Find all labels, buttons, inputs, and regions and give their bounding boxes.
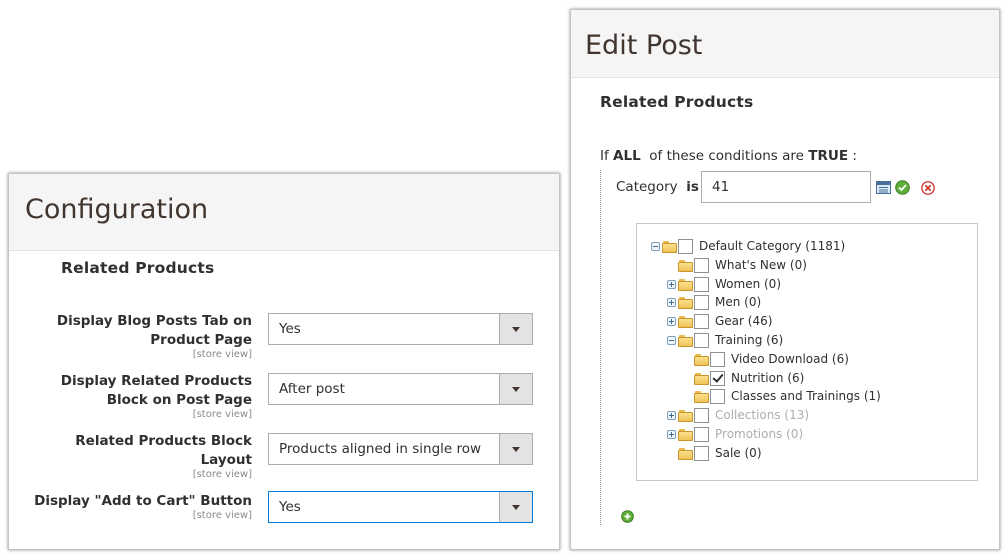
rule-attribute: Category — [616, 179, 678, 195]
label-line: Block on Post Page — [106, 392, 252, 408]
tree-node-label[interactable]: Training (6) — [715, 333, 783, 347]
chevron-down-icon — [512, 505, 520, 510]
chooser-list-icon[interactable] — [876, 181, 891, 194]
folder-icon — [678, 259, 693, 272]
tree-node-label[interactable]: Video Download (6) — [731, 352, 849, 366]
scope-store-view: [store view] — [192, 409, 252, 420]
tree-node-label[interactable]: Classes and Trainings (1) — [731, 389, 881, 403]
tree-node-label[interactable]: Men (0) — [715, 295, 761, 309]
tree-checkbox[interactable] — [694, 408, 709, 424]
folder-icon — [678, 335, 693, 347]
tree-checkbox[interactable] — [710, 389, 725, 405]
label-line: Display "Add to Cart" Button — [34, 493, 252, 509]
tree-node-label[interactable]: Gear (46) — [715, 314, 772, 328]
display-related-products-block-select[interactable]: After post — [268, 373, 533, 405]
folder-icon — [678, 297, 693, 310]
condition-suffix: : — [852, 148, 857, 164]
label-line: Product Page — [150, 332, 252, 348]
select-value: Yes — [279, 321, 301, 337]
expand-plus-icon[interactable] — [667, 430, 676, 439]
folder-icon — [678, 316, 693, 329]
tree-checkbox[interactable] — [678, 239, 693, 254]
condition-value[interactable]: TRUE — [808, 148, 848, 164]
folder-icon — [694, 353, 709, 366]
rule-condition: Category is — [616, 179, 699, 195]
tree-checkbox[interactable] — [694, 257, 709, 273]
tree-checkbox[interactable] — [694, 427, 709, 442]
display-add-to-cart-select[interactable]: Yes — [268, 491, 533, 523]
folder-icon — [662, 241, 677, 253]
expand-plus-icon[interactable] — [667, 279, 676, 289]
tree-checkbox[interactable] — [694, 445, 709, 461]
select-value: After post — [279, 381, 345, 397]
condition-middle: of these conditions are — [649, 148, 804, 164]
scope-store-view: [store view] — [192, 510, 252, 521]
rule-operator[interactable]: is — [686, 179, 699, 195]
collapse-minus-icon[interactable] — [667, 336, 676, 345]
label-line: Related Products Block — [75, 433, 252, 449]
aggregator-value[interactable]: ALL — [613, 148, 641, 164]
apply-check-icon[interactable] — [895, 180, 910, 195]
rule-tree-line — [600, 170, 601, 525]
display-add-to-cart-label: Display "Add to Cart" Button — [0, 492, 252, 511]
section-title-related-products: Related Products — [61, 259, 215, 277]
tree-node-label[interactable]: What's New (0) — [715, 258, 807, 272]
condition-aggregator-line: If ALL of these conditions are TRUE : — [600, 148, 857, 164]
chevron-down-icon — [512, 387, 520, 392]
label-line: Layout — [200, 452, 252, 468]
scope-store-view: [store view] — [192, 349, 252, 360]
select-value: Yes — [279, 499, 301, 515]
tree-node-label[interactable]: Women (0) — [715, 277, 781, 291]
page-title: Configuration — [25, 194, 209, 225]
related-products-block-layout-select[interactable]: Products aligned in single row — [268, 433, 533, 465]
expand-plus-icon[interactable] — [667, 317, 676, 327]
folder-icon — [678, 447, 693, 460]
tree-node-label[interactable]: Promotions (0) — [715, 427, 803, 441]
display-blog-posts-tab-label: Display Blog Posts Tab on Product Page — [32, 312, 252, 350]
expand-plus-icon[interactable] — [667, 298, 676, 308]
folder-icon — [694, 391, 709, 404]
scope-store-view: [store view] — [192, 469, 252, 480]
add-condition-icon[interactable] — [621, 510, 634, 523]
collapse-minus-icon[interactable] — [651, 242, 660, 251]
label-line: Display Related Products — [60, 373, 252, 389]
page-title: Edit Post — [585, 30, 703, 61]
tree-node-label[interactable]: Sale (0) — [715, 446, 762, 460]
tree-checkbox[interactable] — [694, 314, 709, 330]
display-blog-posts-tab-select[interactable]: Yes — [268, 313, 533, 345]
dropdown-toggle[interactable] — [499, 374, 532, 404]
tree-node-label[interactable]: Default Category (1181) — [699, 239, 845, 253]
condition-prefix: If — [600, 148, 609, 164]
tree-checkbox[interactable] — [710, 351, 725, 367]
expand-plus-icon[interactable] — [667, 411, 676, 421]
category-tree: Default Category (1181) What's New (0) Wom… — [636, 223, 978, 481]
folder-icon — [678, 278, 693, 291]
configuration-panel: Configuration Related Products Display B… — [8, 173, 560, 550]
tree-checkbox[interactable] — [710, 370, 725, 386]
edit-post-panel: Edit Post Related Products If ALL of the… — [570, 9, 1000, 550]
dropdown-toggle[interactable] — [499, 434, 532, 464]
tree-checkbox[interactable] — [694, 333, 709, 348]
display-related-products-block-label: Display Related Products Block on Post P… — [32, 372, 252, 410]
related-products-block-layout-label: Related Products Block Layout — [32, 432, 252, 470]
category-value-input[interactable]: 41 — [701, 171, 871, 203]
tree-node-label[interactable]: Nutrition (6) — [731, 371, 804, 385]
tree-checkbox[interactable] — [694, 295, 709, 311]
remove-condition-icon[interactable] — [921, 181, 935, 195]
folder-icon — [678, 429, 693, 441]
dropdown-toggle[interactable] — [499, 492, 532, 522]
chevron-down-icon — [512, 447, 520, 452]
section-title-related-products: Related Products — [600, 93, 754, 111]
input-value: 41 — [712, 179, 730, 195]
tree-node-label[interactable]: Collections (13) — [715, 408, 809, 422]
select-value: Products aligned in single row — [279, 441, 482, 457]
folder-icon — [694, 372, 709, 385]
tree-checkbox[interactable] — [694, 276, 709, 292]
label-line: Display Blog Posts Tab on — [56, 313, 252, 329]
dropdown-toggle[interactable] — [499, 314, 532, 344]
chevron-down-icon — [512, 327, 520, 332]
folder-icon — [678, 410, 693, 423]
